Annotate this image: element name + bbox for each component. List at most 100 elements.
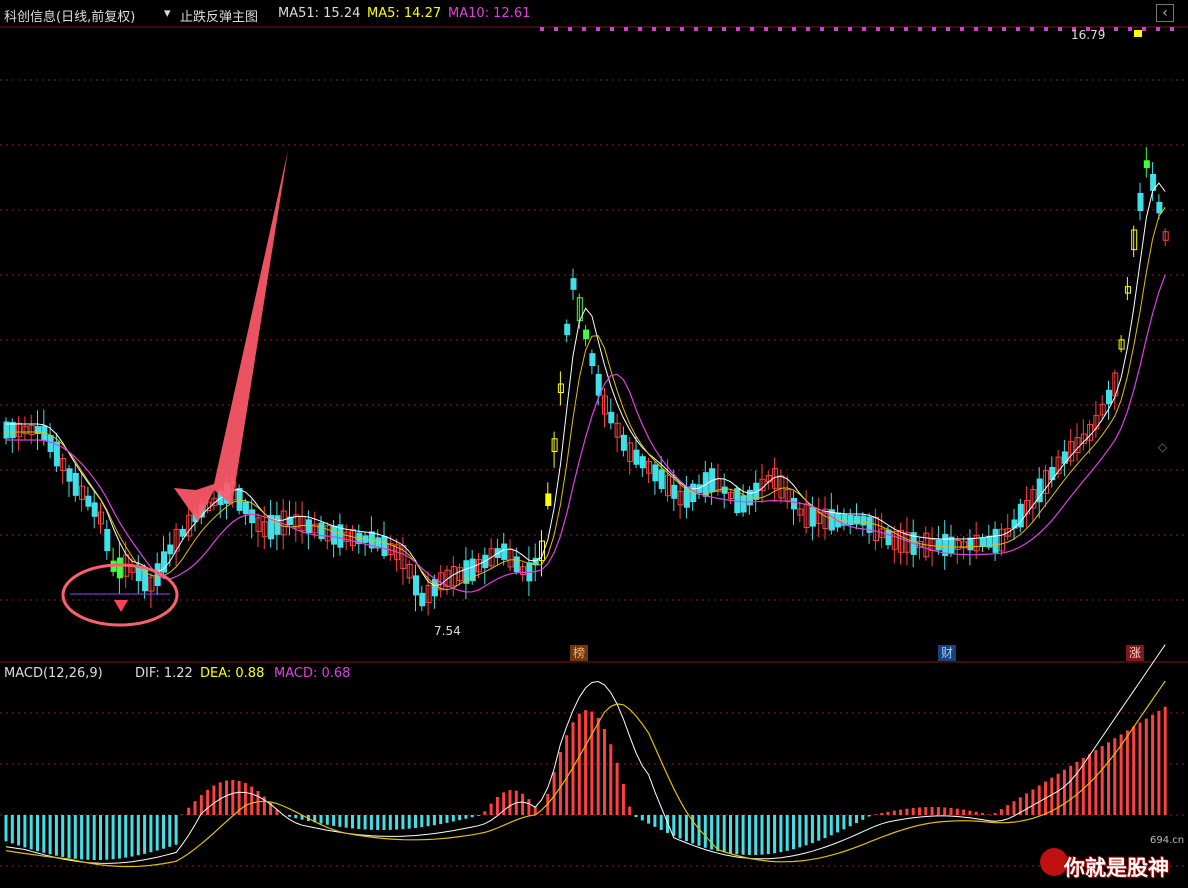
signal-dot — [904, 27, 908, 31]
candle-body — [413, 575, 419, 596]
signal-dot — [596, 27, 600, 31]
signal-dot — [540, 27, 544, 31]
stock-title: 科创信息(日线,前复权) — [4, 10, 136, 25]
signal-dot — [624, 27, 628, 31]
signal-dot — [848, 27, 852, 31]
candle-body — [1156, 201, 1163, 214]
signal-dot — [1142, 27, 1146, 31]
candle-body — [236, 488, 243, 511]
candle-body — [809, 506, 816, 527]
dif-value: DIF: 1.22 — [135, 666, 193, 681]
candle-body — [671, 484, 678, 499]
candle-body — [1143, 160, 1150, 169]
candle-body — [992, 528, 999, 553]
candle-body — [545, 493, 552, 507]
candle-body — [639, 456, 646, 469]
cai-tag[interactable]: 财 — [938, 645, 957, 661]
signal-dot — [974, 27, 978, 31]
signal-dot — [1156, 27, 1160, 31]
candle-body — [419, 592, 426, 607]
diamond-icon[interactable]: ◇ — [1158, 440, 1167, 454]
signal-dot — [1030, 27, 1034, 31]
watermark-brand: 你就是股神 — [1064, 856, 1169, 880]
signal-dot — [820, 27, 824, 31]
candle-body — [9, 421, 16, 439]
candle-body — [331, 525, 338, 545]
ma5-line — [6, 207, 1166, 591]
signal-dot — [666, 27, 670, 31]
signal-dot — [918, 27, 922, 31]
candle-body — [66, 468, 73, 482]
macd-value: MACD: 0.68 — [274, 666, 351, 681]
signal-dot — [582, 27, 586, 31]
signal-dot — [988, 27, 992, 31]
high-price-label: 16.79 — [1071, 28, 1106, 42]
candle-body — [658, 469, 665, 490]
signal-dot — [652, 27, 656, 31]
candle-body — [513, 556, 520, 573]
signal-dot — [1044, 27, 1048, 31]
candle-body — [854, 515, 860, 525]
candle-body — [85, 495, 92, 507]
kline-chart[interactable] — [0, 0, 1188, 888]
signal-dot — [1128, 27, 1132, 31]
signal-dot — [1016, 27, 1020, 31]
candle-body — [91, 502, 98, 517]
candle-body — [1011, 519, 1018, 529]
low-price-label: 7.54 — [434, 624, 461, 638]
candle-body — [791, 497, 797, 510]
signal-dot — [1002, 27, 1006, 31]
candle-body — [135, 566, 142, 582]
candle-body — [1137, 192, 1144, 212]
ma5-value: MA5: 14.27 — [367, 6, 442, 21]
signal-dot — [890, 27, 894, 31]
zhang-tag[interactable]: 涨 — [1126, 645, 1145, 661]
bang-tag[interactable]: 榜 — [570, 645, 589, 661]
candle-body — [948, 536, 955, 554]
candle-body — [652, 464, 659, 482]
candle-body — [583, 329, 590, 340]
signal-dot — [1114, 27, 1118, 31]
candle-body — [501, 543, 508, 560]
candle-body — [564, 323, 571, 336]
pointer-arrow — [174, 150, 288, 522]
candle-body — [570, 278, 577, 290]
signal-dot — [736, 27, 740, 31]
candle-body — [104, 528, 111, 552]
candle-body — [620, 434, 627, 451]
signal-dot — [792, 27, 796, 31]
signal-dot — [960, 27, 964, 31]
candle-body — [847, 514, 854, 526]
signal-dot — [750, 27, 754, 31]
ma51-value: MA51: 15.24 — [278, 6, 361, 21]
candle-body — [608, 411, 615, 424]
signal-dot — [946, 27, 950, 31]
signal-dot — [722, 27, 726, 31]
signal-dot — [694, 27, 698, 31]
candle-body — [885, 529, 892, 546]
signal-dot — [610, 27, 614, 31]
candle-body — [116, 557, 123, 579]
signal-dot — [680, 27, 684, 31]
collapse-icon[interactable]: ‹ — [1156, 4, 1174, 22]
signal-dot — [708, 27, 712, 31]
signal-dot — [568, 27, 572, 31]
candle-body — [431, 578, 438, 597]
candle-body — [179, 529, 186, 537]
signal-dot — [1170, 27, 1174, 31]
diamond-marker-icon — [114, 600, 128, 612]
high-marker-icon — [1134, 30, 1142, 37]
signal-dot — [1058, 27, 1062, 31]
candle-body — [167, 544, 174, 555]
candle-body — [72, 472, 79, 496]
ma51-line — [6, 182, 1166, 587]
signal-dot — [806, 27, 810, 31]
candle-body — [721, 486, 728, 494]
candle-body — [589, 353, 596, 367]
indicator-name[interactable]: 止跌反弹主图 — [180, 6, 258, 25]
candle-body — [305, 519, 312, 533]
signal-dot — [834, 27, 838, 31]
macd-title: MACD(12,26,9) — [4, 666, 103, 681]
dropdown-icon[interactable]: ▾ — [164, 6, 171, 21]
signal-dot — [764, 27, 768, 31]
